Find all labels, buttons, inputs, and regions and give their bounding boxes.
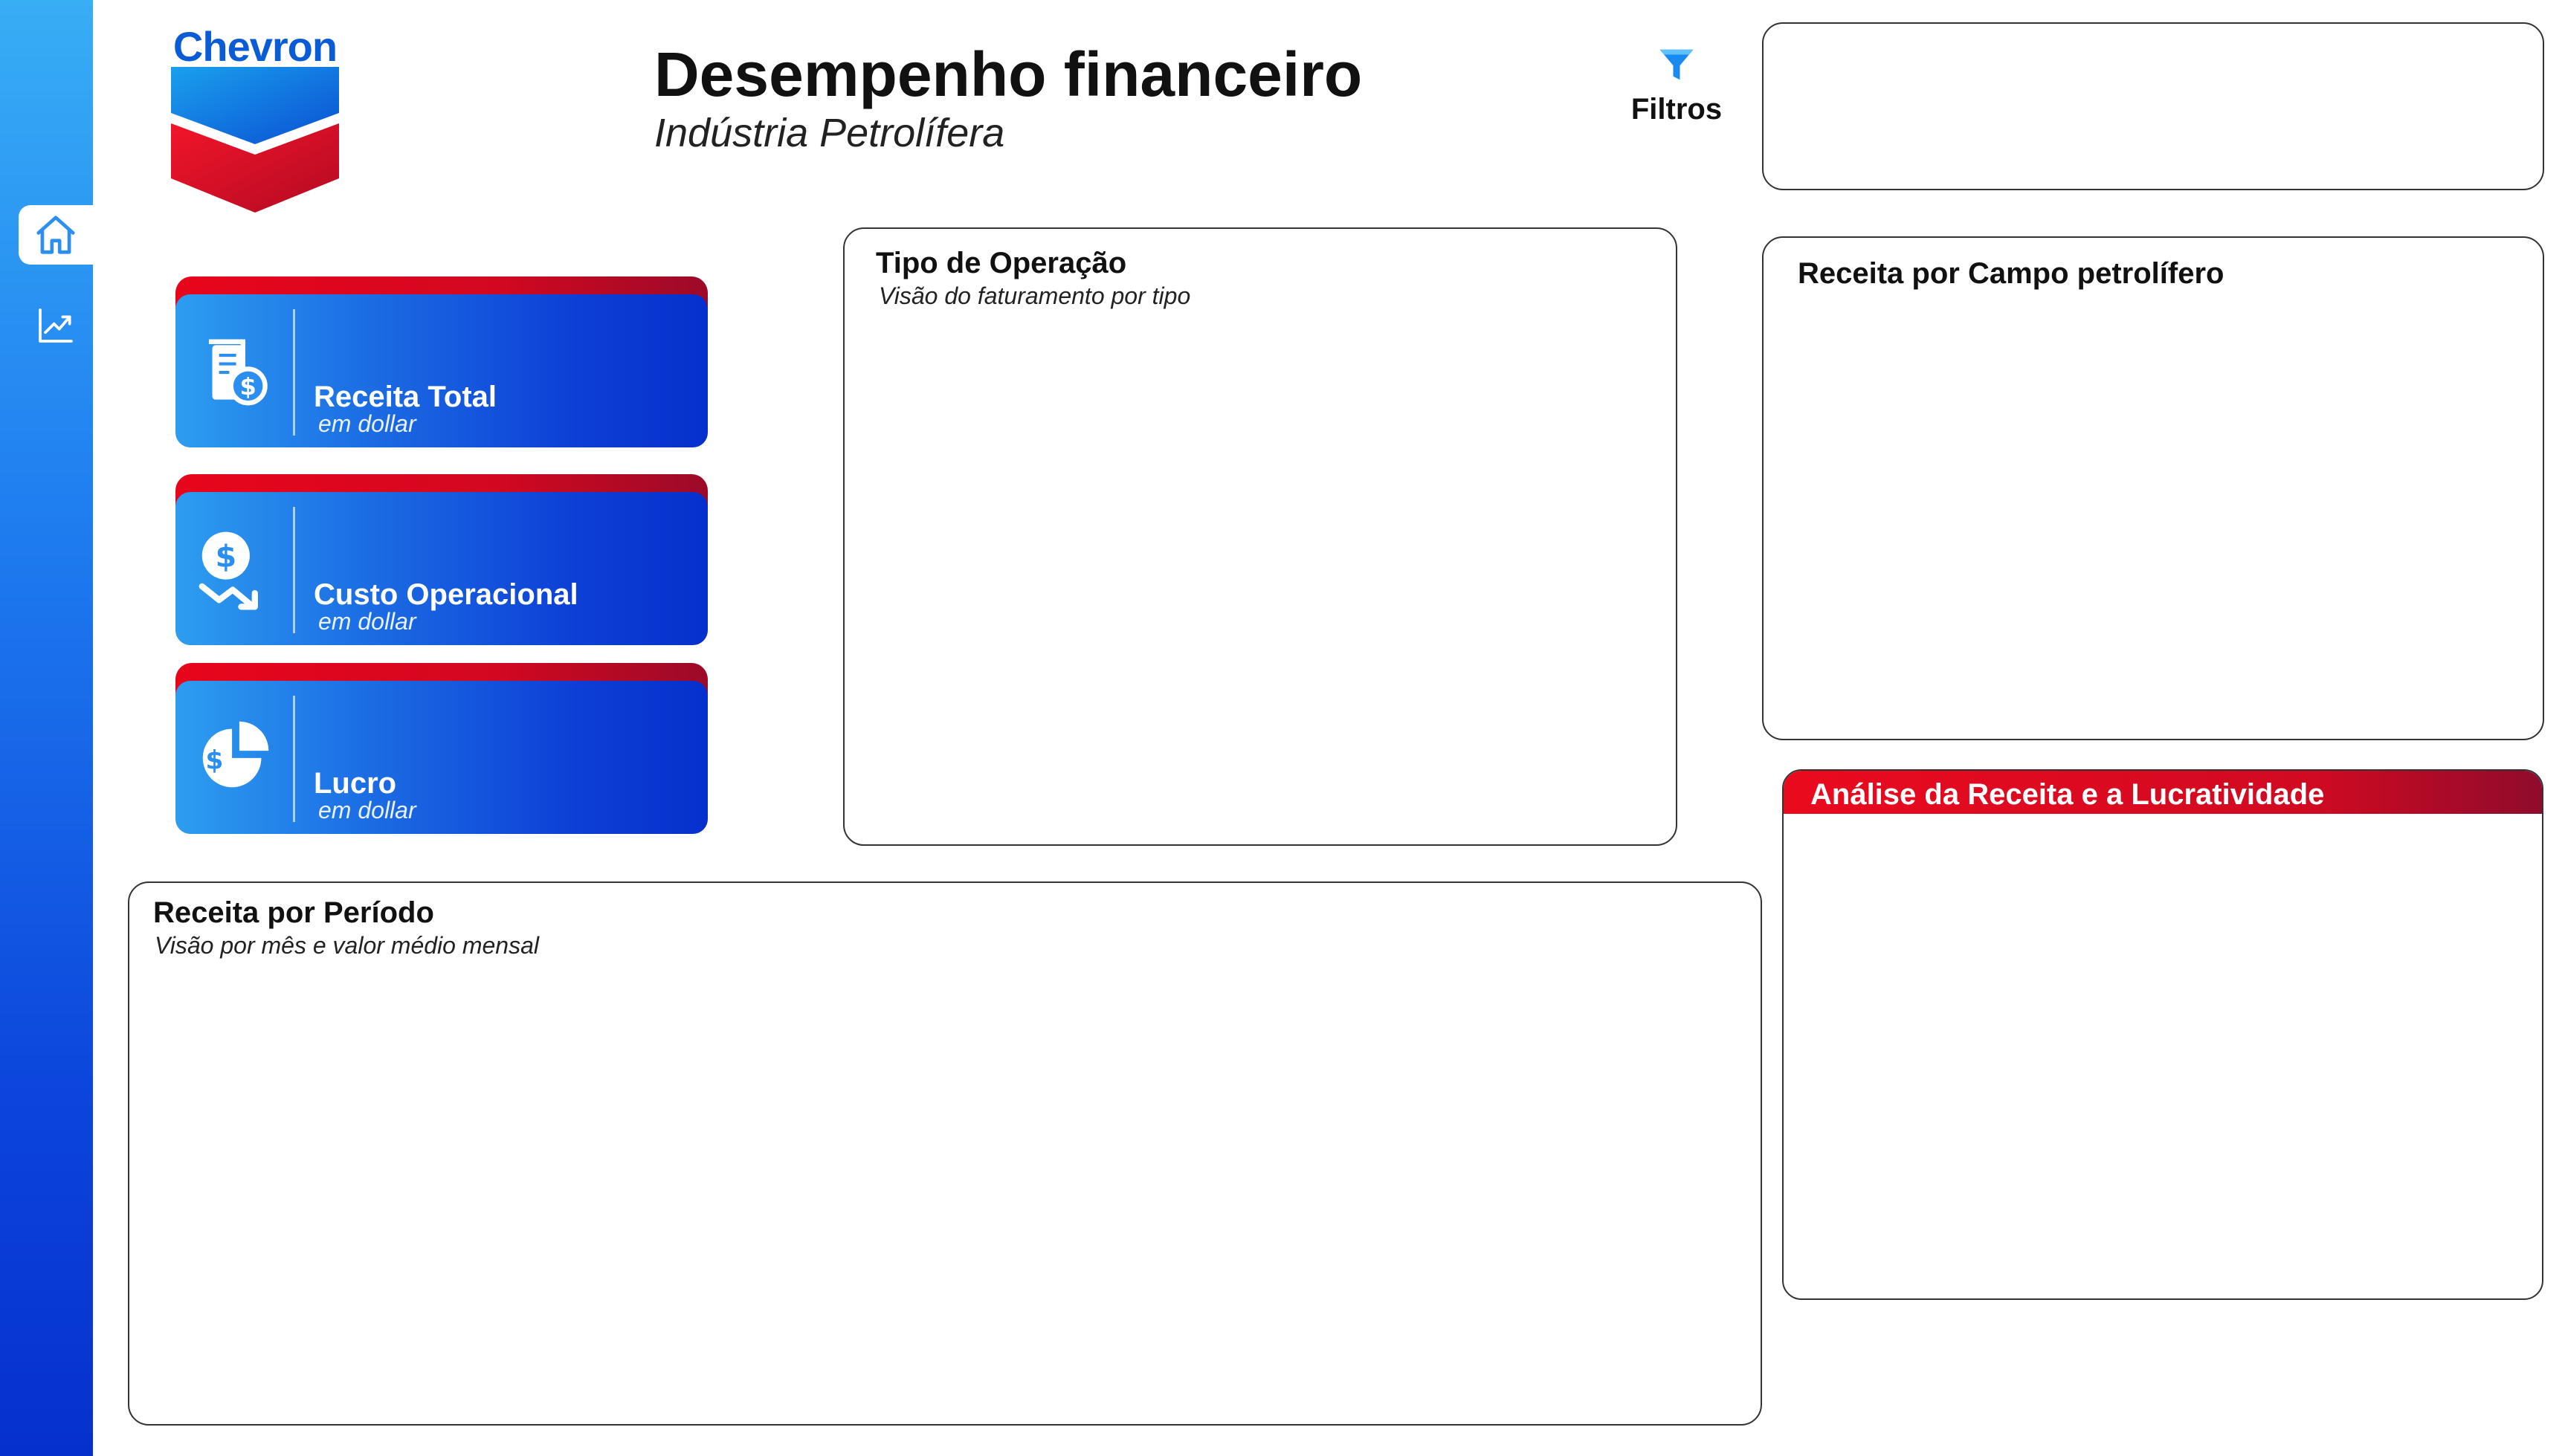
panel-subtitle: Visão do faturamento por tipo (879, 282, 1191, 309)
nav-trend-button[interactable] (19, 296, 93, 355)
kpi-card-custo-operacional[interactable]: $ Custo Operacional em dollar (175, 474, 708, 645)
kpi-label: Receita Total (314, 381, 497, 413)
filter-button[interactable]: Filtros (1624, 45, 1729, 126)
kpi-label: Lucro (314, 767, 397, 800)
home-icon (36, 216, 75, 254)
panel-header: Análise da Receita e a Lucratividade (1784, 771, 2542, 814)
analise-receita-lucratividade-panel[interactable]: Análise da Receita e a Lucratividade (1782, 769, 2543, 1300)
dollar-decrease-icon: $ (199, 531, 258, 610)
chevron-logo: Chevron (170, 22, 341, 216)
receita-campo-panel[interactable]: Receita por Campo petrolífero (1762, 236, 2544, 740)
panel-title: Análise da Receita e a Lucratividade (1810, 778, 2325, 811)
logo-wordmark: Chevron (172, 23, 338, 70)
svg-text:$: $ (239, 372, 256, 401)
kpi-card-body: $ Lucro em dollar (175, 681, 708, 834)
trend-chart-icon (39, 308, 73, 343)
svg-text:$: $ (215, 538, 236, 574)
filter-label: Filtros (1630, 93, 1723, 126)
filter-panel[interactable] (1762, 22, 2544, 190)
kpi-card-receita-total[interactable]: $ Receita Total em dollar (175, 276, 708, 447)
panel-title: Receita por Campo petrolífero (1798, 257, 2224, 290)
tipo-operacao-panel[interactable]: Tipo de Operação Visão do faturamento po… (843, 227, 1677, 846)
dollar-pie-icon: $ (202, 721, 269, 788)
kpi-unit: em dollar (318, 797, 416, 824)
kpi-unit: em dollar (318, 608, 416, 635)
svg-text:$: $ (206, 746, 224, 776)
revenue-document-dollar-icon: $ (208, 339, 268, 406)
receita-periodo-panel[interactable]: Receita por Período Visão por mês e valo… (128, 881, 1762, 1426)
filter-icon (1659, 49, 1694, 80)
nav-home-button[interactable] (19, 205, 93, 265)
panel-subtitle: Visão por mês e valor médio mensal (155, 932, 539, 959)
panel-title: Receita por Período (153, 896, 434, 929)
page-subtitle: Indústria Petrolífera (654, 111, 1005, 155)
page-title: Desempenho financeiro (654, 39, 1363, 109)
sidebar (0, 0, 93, 1456)
panel-title: Tipo de Operação (876, 247, 1127, 279)
kpi-label: Custo Operacional (314, 578, 578, 611)
chevron-emblem-icon (171, 67, 339, 213)
kpi-divider (293, 507, 295, 633)
kpi-card-body: $ Custo Operacional em dollar (175, 492, 708, 645)
kpi-card-lucro[interactable]: $ Lucro em dollar (175, 663, 708, 834)
kpi-unit: em dollar (318, 410, 416, 437)
kpi-divider (293, 309, 295, 436)
kpi-card-body: $ Receita Total em dollar (175, 294, 708, 447)
kpi-divider (293, 696, 295, 822)
